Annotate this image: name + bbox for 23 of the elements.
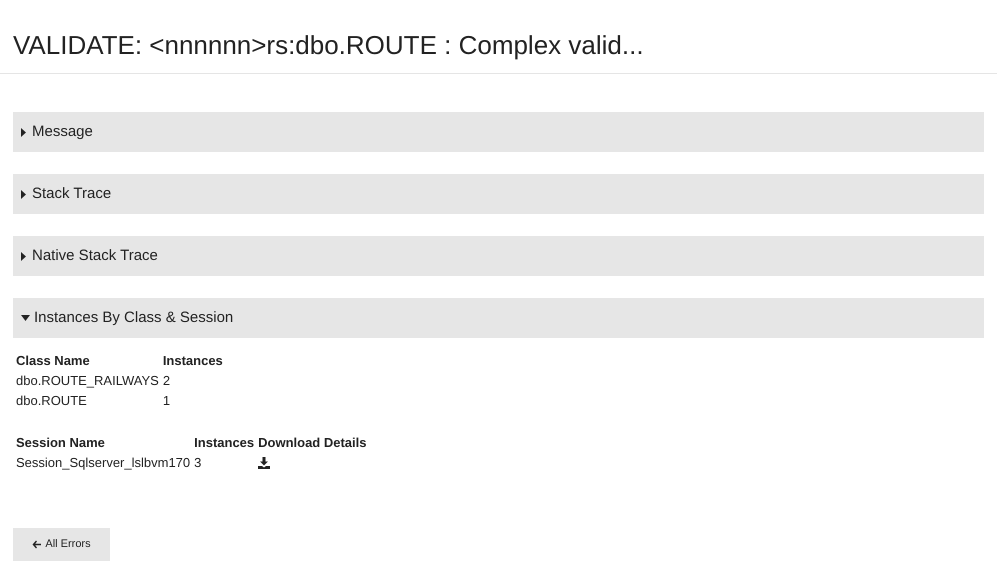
section-header[interactable]: Instances By Class & Session xyxy=(13,298,984,338)
table-cell-text: 2 xyxy=(162,372,172,390)
table-cell: 3 xyxy=(194,453,258,473)
column-header: Instances xyxy=(194,434,256,452)
caret-right-icon xyxy=(21,128,26,136)
table-cell-text: dbo.ROUTE xyxy=(16,392,88,410)
section-header[interactable]: Stack Trace xyxy=(13,174,984,214)
arrow-left-icon xyxy=(32,540,42,549)
caret-right-icon xyxy=(21,252,26,260)
caret-down-icon xyxy=(21,315,30,321)
column-header: Session Name xyxy=(16,434,106,452)
column-header: Download Details xyxy=(258,434,368,452)
table-cell-text: 1 xyxy=(162,392,172,410)
column-header: Class Name xyxy=(16,352,91,370)
caret-right-icon xyxy=(21,190,26,198)
column-header: Instances xyxy=(162,352,224,370)
back-button[interactable]: All Errors xyxy=(13,528,110,561)
page-title: VALIDATE: <nnnnnn>rs:dbo.ROUTE : Complex valid... xyxy=(13,29,645,62)
download-icon[interactable] xyxy=(258,457,270,469)
section-header[interactable]: Message xyxy=(13,112,984,152)
table-cell-text: dbo.ROUTE_RAILWAYS xyxy=(16,372,160,390)
section-header[interactable]: Native Stack Trace xyxy=(13,236,984,276)
table-cell-text: Session_Sqlserver_lslbvm170 xyxy=(16,454,192,472)
